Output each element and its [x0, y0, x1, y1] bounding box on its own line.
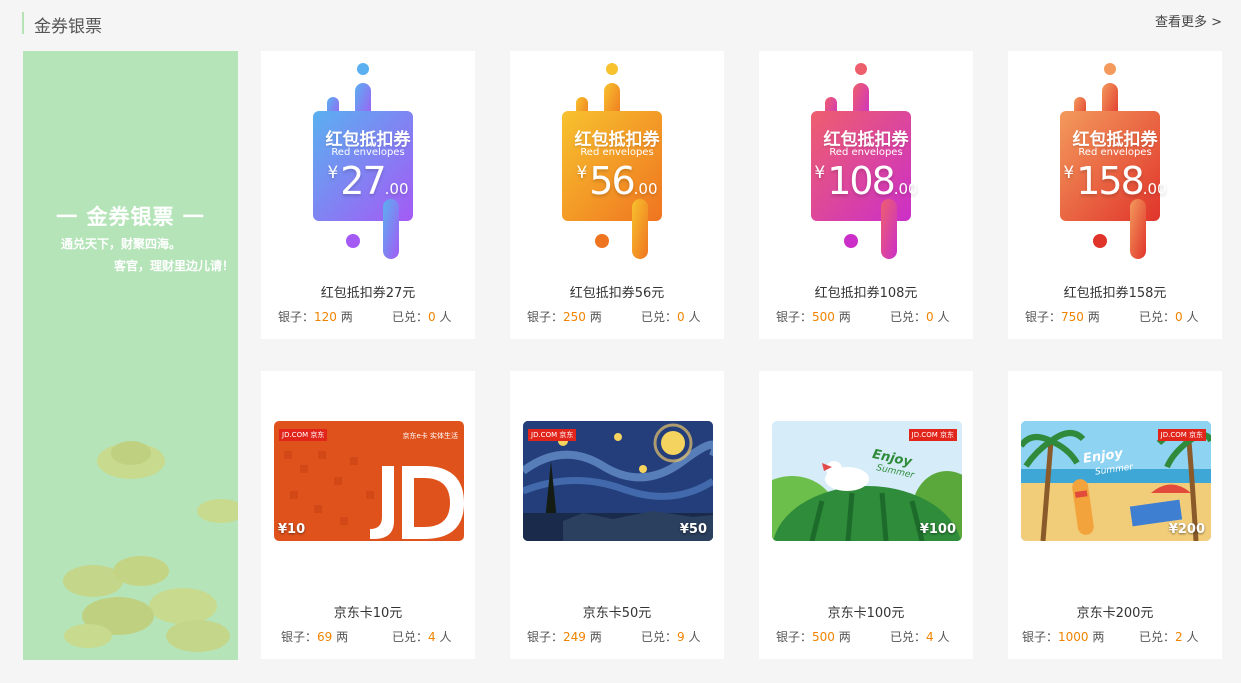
redeemed-count: 已兑：0 人: [1139, 310, 1199, 324]
coupon-graphic: [1060, 63, 1160, 259]
silver-price: 银子：69 两: [281, 630, 349, 644]
partner-logo: 京东e卡 实体生活: [402, 432, 458, 440]
silver-price: 银子：1000 两: [1022, 630, 1105, 644]
product-name: 京东卡50元: [582, 606, 652, 621]
card-value: ¥50: [679, 522, 707, 537]
product-name: 红包抵扣券27元: [320, 286, 416, 301]
gift-card-image: JD.COM 京东 京东e卡 实体生活 ¥10: [274, 421, 464, 541]
redeemed-count: 已兑：4 人: [890, 630, 950, 644]
product-name: 京东卡10元: [333, 606, 403, 621]
section-header: 金券银票 查看更多 >: [22, 10, 1222, 37]
card-value: ¥10: [278, 522, 306, 537]
coupon-graphic: [811, 63, 911, 259]
product-name: 红包抵扣券56元: [569, 286, 665, 301]
jd-card-50[interactable]: JD.COM 京东 ¥50 京东卡50元 银子：249 两 已兑：9 人: [510, 371, 724, 659]
jd-card-10[interactable]: JD.COM 京东 京东e卡 实体生活 ¥10 京东卡10元 银子：69 两 已…: [261, 371, 475, 659]
view-more-link[interactable]: 查看更多 >: [1155, 11, 1222, 30]
coupon-card-108[interactable]: 红包抵扣券 Red envelopes ¥108.00 红包抵扣券108元 银子…: [759, 51, 973, 339]
card-value: ¥200: [1168, 522, 1205, 537]
silver-price: 银子：500 两: [776, 630, 851, 644]
gift-card-image: JD.COM 京东 ¥50: [523, 421, 713, 541]
banner-subtitle-2: 客官，理财里边儿请！: [113, 259, 234, 273]
coupon-graphic: [562, 63, 662, 259]
header-accent-bar: [22, 12, 24, 34]
silver-price: 银子：120 两: [278, 310, 353, 324]
jd-logo: JD.COM 京东: [279, 429, 328, 441]
silver-price: 银子：249 两: [527, 630, 602, 644]
section-title: 金券银票: [34, 17, 102, 37]
redeemed-count: 已兑：0 人: [890, 310, 950, 324]
jd-logo: JD.COM 京东: [528, 429, 577, 441]
redeemed-count: 已兑：0 人: [641, 310, 701, 324]
silver-price: 银子：750 两: [1025, 310, 1100, 324]
product-name: 红包抵扣券108元: [814, 286, 918, 301]
jd-logo: JD.COM 京东: [1157, 429, 1206, 441]
redeemed-count: 已兑：2 人: [1139, 630, 1199, 644]
redeemed-count: 已兑：4 人: [392, 630, 452, 644]
banner-subtitle-1: 通兑天下，财聚四海。: [61, 237, 182, 251]
gift-card-image: Enjoy Summer JD.COM 京东 ¥200: [1021, 421, 1211, 541]
product-name: 京东卡100元: [827, 606, 905, 621]
jd-card-200[interactable]: Enjoy Summer JD.COM 京东 ¥200 京东卡200元 银子：1…: [1008, 371, 1222, 659]
card-value: ¥100: [919, 522, 956, 537]
gold-ingot-illustration: [63, 441, 238, 652]
redeemed-count: 已兑：9 人: [641, 630, 701, 644]
coupon-graphic: [313, 63, 413, 259]
product-name: 京东卡200元: [1076, 606, 1154, 621]
redeemed-count: 已兑：0 人: [392, 310, 452, 324]
silver-price: 银子：250 两: [527, 310, 602, 324]
banner-title: 一 金券银票 一: [56, 205, 205, 229]
jd-card-100[interactable]: Enjoy Summer JD.COM 京东 ¥100 京东卡100元 银子：5…: [759, 371, 973, 659]
coupon-card-27[interactable]: 红包抵扣券 Red envelopes ¥27.00 红包抵扣券27元 银子：1…: [261, 51, 475, 339]
coupon-card-56[interactable]: 红包抵扣券 Red envelopes ¥56.00 红包抵扣券56元 银子：2…: [510, 51, 724, 339]
gift-card-image: Enjoy Summer JD.COM 京东 ¥100: [772, 421, 962, 541]
silver-price: 银子：500 两: [776, 310, 851, 324]
category-banner[interactable]: 一 金券银票 一 通兑天下，财聚四海。 客官，理财里边儿请！: [23, 51, 238, 660]
coupon-card-158[interactable]: 红包抵扣券 Red envelopes ¥158.00 红包抵扣券158元 银子…: [1008, 51, 1222, 339]
product-name: 红包抵扣券158元: [1063, 286, 1167, 301]
jd-logo: JD.COM 京东: [908, 429, 957, 441]
